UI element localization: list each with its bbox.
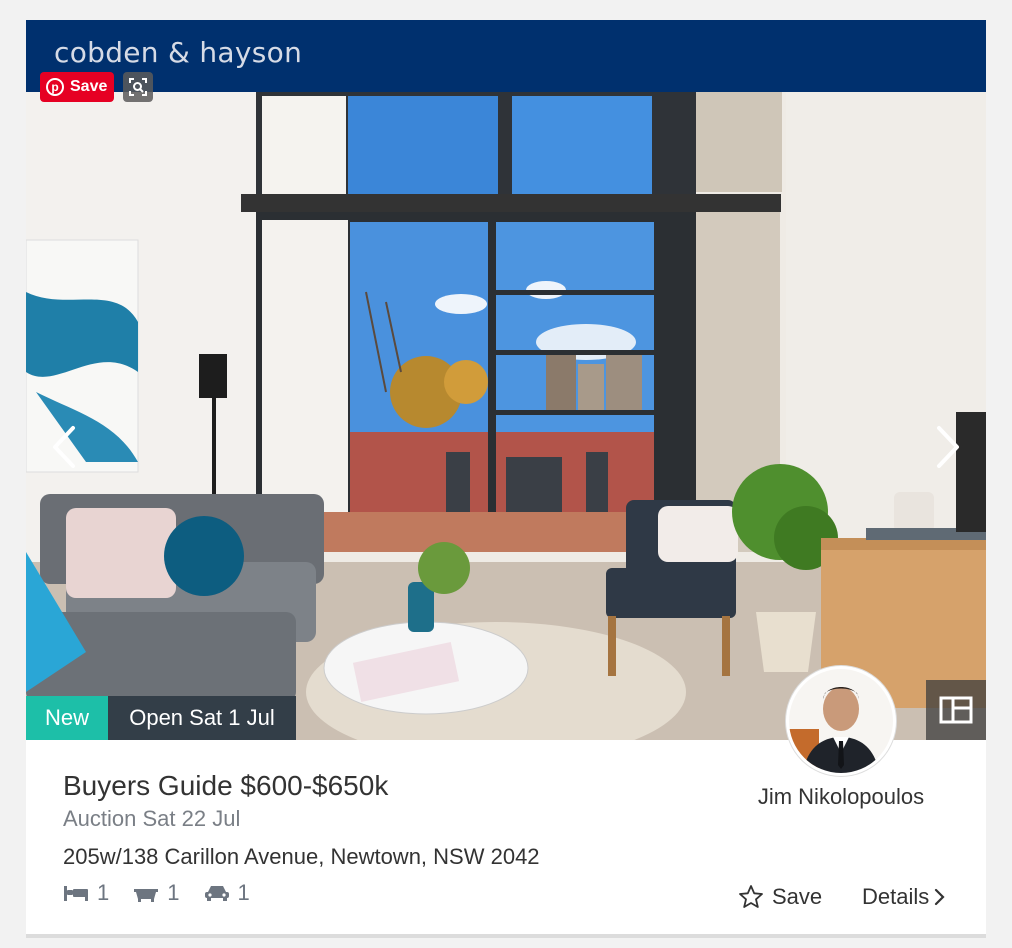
previous-photo-button[interactable] xyxy=(44,422,84,472)
open-inspection-badge: Open Sat 1 Jul xyxy=(108,696,296,740)
listing-address[interactable]: 205w/138 Carillon Avenue, Newtown, NSW 2… xyxy=(63,844,540,870)
bed-icon xyxy=(64,886,88,901)
carspaces: 1 xyxy=(204,880,250,906)
floorplan-icon xyxy=(939,696,973,724)
bedrooms: 1 xyxy=(63,880,109,906)
bathrooms: 1 xyxy=(133,880,180,906)
floorplan-button[interactable] xyxy=(926,680,986,740)
chevron-right-icon xyxy=(937,426,959,468)
card-divider xyxy=(26,934,986,938)
visual-search-button[interactable] xyxy=(123,72,153,102)
listing-card[interactable]: cobden & hayson p Save New Open Sat 1 Ju… xyxy=(26,20,986,936)
carspace-count: 1 xyxy=(237,880,250,905)
star-outline-icon xyxy=(739,885,763,908)
agent-name[interactable]: Jim Nikolopoulos xyxy=(726,784,956,810)
chevron-left-icon xyxy=(53,426,75,468)
agent-avatar[interactable] xyxy=(786,666,896,776)
listing-price: Buyers Guide $600-$650k xyxy=(63,770,389,801)
save-listing-label: Save xyxy=(772,884,823,909)
details-link[interactable]: Details xyxy=(862,884,945,910)
pinterest-save-button[interactable]: p Save xyxy=(40,72,114,102)
pinterest-icon: p xyxy=(46,78,64,96)
bath-icon xyxy=(134,889,159,902)
auction-date: Auction Sat 22 Jul xyxy=(63,806,241,831)
bathroom-count: 1 xyxy=(167,880,180,905)
car-icon xyxy=(204,886,229,901)
brand-logo: cobden & hayson xyxy=(54,36,303,69)
chevron-right-small-icon xyxy=(935,888,945,906)
property-features: 1 1 1 xyxy=(63,880,250,906)
pinterest-save-label: Save xyxy=(70,78,108,95)
brand-header: cobden & hayson xyxy=(26,20,986,92)
save-listing-button[interactable]: Save xyxy=(738,884,822,910)
visual-search-icon xyxy=(129,78,147,96)
new-badge: New xyxy=(26,696,108,740)
next-photo-button[interactable] xyxy=(928,422,968,472)
listing-photo[interactable] xyxy=(26,92,986,740)
details-label: Details xyxy=(862,884,930,909)
bedroom-count: 1 xyxy=(97,880,110,905)
